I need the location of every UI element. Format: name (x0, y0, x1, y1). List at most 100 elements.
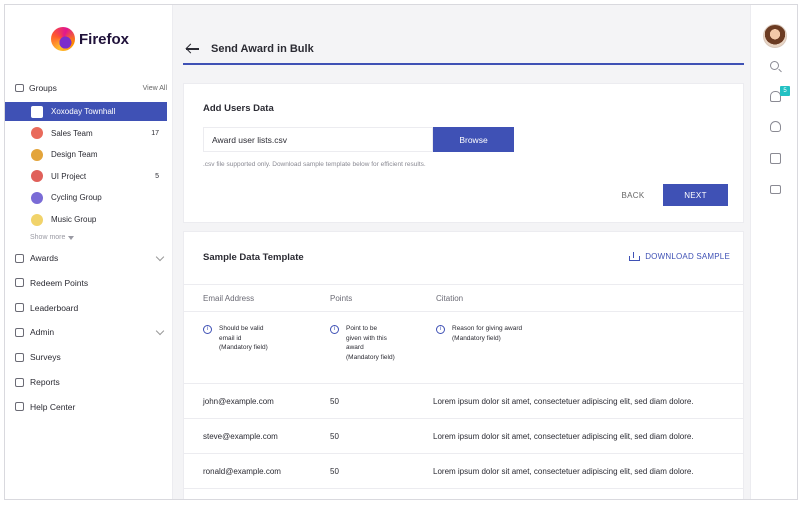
add-users-title: Add Users Data (203, 103, 274, 114)
cell-points: 50 (330, 397, 339, 406)
cell-email: ronald@example.com (203, 467, 281, 476)
template-title: Sample Data Template (203, 252, 304, 263)
email-note-text: Should be valid email id (Mandatory field) (219, 325, 268, 351)
chat-icon[interactable] (770, 185, 781, 194)
points-note-text: Point to be given with this award (Mandator… (346, 325, 395, 361)
table-row: john@example.com 50 Lorem ipsum dolor sit … (184, 384, 743, 419)
gift-icon[interactable] (770, 121, 781, 132)
nav-label: Leaderboard (30, 302, 79, 313)
show-more-label: Show more (30, 234, 66, 241)
download-sample-button[interactable]: DOWNLOAD SAMPLE (629, 252, 730, 261)
nav-item[interactable]: Surveys (15, 349, 163, 365)
info-icon: i (330, 325, 339, 334)
group-name: Design Team (51, 150, 98, 160)
column-header-citation: Citation (436, 294, 464, 303)
table-header: Email Address Points Citation (184, 284, 743, 312)
group-name: Xoxoday Townhall (51, 107, 116, 116)
group-item[interactable]: UI Project 5 (5, 167, 167, 186)
table-row: ronald@example.com 50 Lorem ipsum dolor si… (184, 454, 743, 489)
groups-header: Groups View All (15, 83, 167, 93)
view-all-link[interactable]: View All (143, 85, 167, 92)
nav-label: Awards (30, 253, 59, 263)
citation-note: i Reason for giving award (Mandatory fiel… (436, 324, 522, 343)
add-users-card: Add Users Data Browse .csv file supporte… (183, 83, 744, 223)
nav-icon (15, 278, 24, 288)
group-icon (31, 191, 43, 204)
browse-button[interactable]: Browse (433, 127, 514, 152)
group-icon (31, 148, 43, 161)
nav-item[interactable]: Awards (15, 250, 165, 266)
cell-citation: Lorem ipsum dolor sit amet, consectetuer… (433, 397, 694, 406)
group-name: Cycling Group (51, 193, 102, 203)
nav-item[interactable]: Leaderboard (15, 300, 163, 316)
main-content: Send Award in Bulk Add Users Data Browse… (183, 5, 744, 499)
groups-label: Groups (29, 83, 57, 93)
group-icon (31, 213, 43, 226)
nav-label: Surveys (30, 352, 61, 363)
chevron-down-icon[interactable] (155, 252, 165, 261)
group-name: Music Group (51, 215, 97, 224)
page-title: Send Award in Bulk (211, 43, 314, 55)
groups-icon (15, 84, 24, 92)
group-item[interactable]: Music Group (5, 210, 167, 229)
show-more-link[interactable]: Show more (30, 234, 75, 241)
nav-item[interactable]: Help Center (15, 399, 163, 415)
nav-label: Reports (30, 377, 60, 387)
nav-icon (15, 377, 24, 387)
nav-label: Help Center (30, 401, 76, 412)
group-count: 5 (155, 172, 159, 180)
group-item[interactable]: Sales Team 17 (5, 124, 167, 143)
column-header-points: Points (330, 294, 353, 303)
group-item[interactable]: Cycling Group (5, 188, 167, 207)
sidebar: Firefox Groups View All Xoxoday Townhall… (5, 5, 173, 499)
search-icon[interactable] (770, 61, 779, 70)
group-count: 17 (151, 129, 159, 137)
group-item[interactable]: Xoxoday Townhall (5, 102, 167, 121)
brand-name: Firefox (79, 30, 130, 48)
nav-icon (15, 352, 24, 362)
caret-down-icon (68, 235, 75, 240)
app-frame: Firefox Groups View All Xoxoday Townhall… (4, 4, 798, 500)
info-icon: i (203, 325, 212, 334)
nav-item[interactable]: Reports (15, 374, 163, 390)
file-name-input[interactable] (203, 127, 433, 152)
brand-logo[interactable]: Firefox (51, 27, 129, 51)
back-arrow-icon[interactable] (185, 42, 203, 56)
cell-citation: Lorem ipsum dolor sit amet, consectetuer… (433, 432, 694, 441)
cell-email: steve@example.com (203, 432, 278, 441)
nav-item[interactable]: Admin (15, 324, 165, 340)
info-icon: i (436, 325, 445, 334)
user-avatar[interactable] (763, 24, 787, 48)
table-row: steve@example.com 50 Lorem ipsum dolor sit… (184, 419, 743, 454)
cell-points: 50 (330, 432, 339, 441)
firefox-logo-icon (51, 27, 75, 51)
right-rail: 5 (750, 5, 797, 499)
file-hint: .csv file supported only. Download sampl… (203, 161, 426, 168)
group-icon (31, 105, 43, 118)
nav-icon (15, 327, 24, 337)
next-button[interactable]: NEXT (663, 184, 728, 206)
points-note: i Point to be given with this award (Mandat… (330, 324, 395, 362)
nav-icon (15, 253, 24, 263)
column-notes-row: i Should be valid email id (Mandatory fiel… (184, 312, 743, 384)
group-icon (31, 127, 43, 140)
download-sample-label: DOWNLOAD SAMPLE (645, 252, 730, 261)
nav-label: Admin (30, 327, 55, 338)
group-name: Sales Team (51, 128, 93, 138)
email-note: i Should be valid email id (Mandatory fiel… (203, 324, 268, 353)
group-item[interactable]: Design Team (5, 145, 167, 164)
page-header: Send Award in Bulk (183, 35, 744, 65)
nav-item[interactable]: Redeem Points (15, 275, 163, 291)
notification-badge: 5 (780, 86, 790, 96)
chevron-down-icon[interactable] (155, 326, 165, 336)
back-button[interactable]: BACK (612, 184, 654, 206)
group-name: UI Project (51, 171, 87, 181)
download-icon (629, 252, 641, 261)
sample-template-card: Sample Data Template DOWNLOAD SAMPLE Ema… (183, 231, 744, 499)
cell-email: john@example.com (203, 397, 274, 406)
clipboard-icon[interactable] (770, 153, 781, 164)
column-header-email: Email Address (203, 294, 255, 303)
cell-citation: Lorem ipsum dolor sit amet, consectetuer… (433, 467, 694, 476)
nav-label: Redeem Points (30, 277, 89, 288)
group-icon (31, 170, 43, 183)
